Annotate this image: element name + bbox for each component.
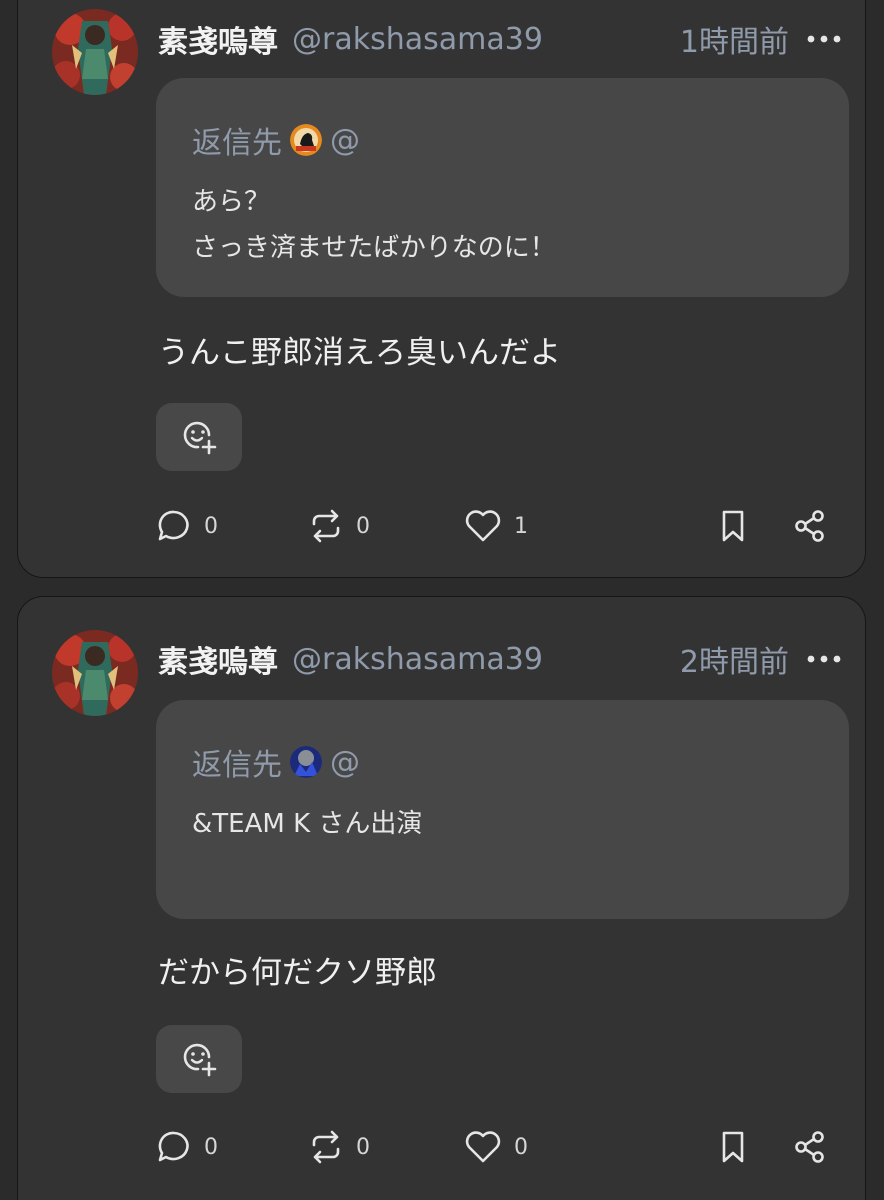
reply-to: 返信先 @ — [192, 744, 360, 784]
reply-label: 返信先 — [192, 748, 282, 783]
quote-line: &TEAM K さん出演 — [192, 809, 423, 839]
heart-icon — [465, 510, 501, 542]
add-reaction-icon — [183, 421, 217, 455]
more-button[interactable] — [801, 21, 847, 57]
like-button[interactable]: 1 — [464, 506, 528, 546]
reply-avatar[interactable] — [290, 124, 322, 156]
quoted-reply[interactable]: 返信先 @ あら？ さっき済ませたばかりなのに！ — [156, 78, 849, 297]
share-button[interactable] — [792, 506, 828, 546]
add-reaction-button[interactable] — [156, 1025, 242, 1093]
renote-button[interactable]: 0 — [308, 1127, 370, 1167]
post-time[interactable]: 2時間前 — [680, 637, 789, 681]
user-handle[interactable]: @rakshasama39 — [292, 642, 543, 677]
post-card: 素戔嗚尊 @rakshasama39 1時間前 返信先 @ あら？ さっき済ませ… — [17, 0, 866, 578]
quote-line: あら？ — [192, 187, 271, 217]
display-name[interactable]: 素戔嗚尊 — [158, 637, 278, 681]
bookmark-icon — [722, 1131, 744, 1163]
reply-handle[interactable]: @ — [330, 745, 360, 780]
add-reaction-button[interactable] — [156, 403, 242, 471]
bookmark-button[interactable] — [718, 1127, 748, 1167]
more-button[interactable] — [801, 641, 847, 677]
post-header: 素戔嗚尊 @rakshasama39 2時間前 — [158, 637, 847, 681]
heart-icon — [465, 1131, 501, 1163]
avatar[interactable] — [52, 630, 138, 716]
like-button[interactable]: 0 — [464, 1127, 528, 1167]
bookmark-button[interactable] — [718, 506, 748, 546]
post-body: だから何だクソ野郎 — [158, 955, 437, 991]
post-actions: 0 0 0 — [156, 1127, 833, 1167]
post-card: 素戔嗚尊 @rakshasama39 2時間前 返信先 @ &TEAM K さん… — [17, 596, 866, 1200]
renote-count: 0 — [356, 1134, 370, 1160]
reply-icon — [158, 1131, 189, 1162]
post-header: 素戔嗚尊 @rakshasama39 1時間前 — [158, 17, 847, 61]
post-actions: 0 0 1 — [156, 506, 833, 546]
share-button[interactable] — [792, 1127, 828, 1167]
reply-button[interactable]: 0 — [156, 506, 218, 546]
quoted-reply[interactable]: 返信先 @ &TEAM K さん出演 — [156, 700, 849, 919]
reply-to: 返信先 @ — [192, 122, 360, 162]
reply-handle[interactable]: @ — [330, 123, 360, 158]
add-reaction-icon — [183, 1043, 217, 1077]
renote-icon — [312, 509, 340, 543]
like-count: 1 — [514, 513, 528, 539]
renote-icon — [312, 1130, 340, 1164]
bookmark-icon — [722, 510, 744, 542]
display-name[interactable]: 素戔嗚尊 — [158, 17, 278, 61]
more-horizontal-icon — [807, 655, 841, 663]
reply-button[interactable]: 0 — [156, 1127, 218, 1167]
avatar[interactable] — [52, 9, 138, 95]
reply-avatar[interactable] — [290, 746, 322, 778]
reply-count: 0 — [204, 1134, 218, 1160]
more-horizontal-icon — [807, 35, 841, 43]
renote-count: 0 — [356, 513, 370, 539]
quote-text: &TEAM K さん出演 — [192, 801, 819, 847]
quote-line: さっき済ませたばかりなのに！ — [192, 233, 556, 263]
timeline-feed: 素戔嗚尊 @rakshasama39 1時間前 返信先 @ あら？ さっき済ませ… — [0, 0, 884, 1200]
reply-count: 0 — [204, 513, 218, 539]
like-count: 0 — [514, 1134, 528, 1160]
quote-text: あら？ さっき済ませたばかりなのに！ — [192, 179, 819, 271]
reply-icon — [158, 510, 189, 541]
user-handle[interactable]: @rakshasama39 — [292, 22, 543, 57]
reply-label: 返信先 — [192, 126, 282, 161]
share-icon — [795, 510, 824, 542]
share-icon — [795, 1131, 824, 1163]
post-time[interactable]: 1時間前 — [680, 17, 789, 61]
post-body: うんこ野郎消えろ臭いんだよ — [158, 335, 561, 371]
renote-button[interactable]: 0 — [308, 506, 370, 546]
